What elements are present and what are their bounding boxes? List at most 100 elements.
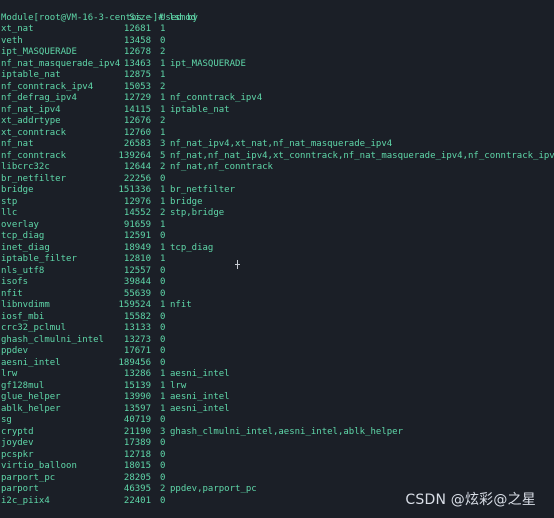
- table-row: lrw 13286 1 aesni_intel: [1, 369, 554, 381]
- table-row: ghash_clmulni_intel 13273 0: [1, 335, 554, 347]
- module-size: 12976: [123, 196, 151, 207]
- module-used-count: 2: [160, 116, 166, 126]
- text-cursor-icon: [235, 260, 241, 269]
- module-used-by: nf_nat,nf_conntrack: [170, 162, 273, 172]
- table-row: iptable_nat 12875 1: [1, 70, 554, 82]
- table-row: llc 14552 2 stp,bridge: [1, 208, 554, 220]
- module-used-count: 5: [160, 150, 166, 161]
- table-row: nls_utf8 12557 0: [1, 266, 554, 278]
- table-row: xt_conntrack 12760 1: [1, 128, 554, 140]
- module-size: 91659: [123, 219, 151, 230]
- table-row: bridge 151336 1 br_netfilter: [1, 185, 554, 197]
- header-used-by: Used by: [160, 12, 198, 23]
- module-size: 13458: [123, 35, 151, 46]
- module-size: 17671: [123, 346, 151, 356]
- table-row: ppdev 17671 0: [1, 346, 554, 358]
- module-size: 12591: [123, 231, 151, 241]
- table-row: overlay 91659 1: [1, 220, 554, 232]
- table-row: nf_conntrack 139264 5 nf_nat,nf_nat_ipv4,xt…: [1, 151, 554, 163]
- table-row: libnvdimm 159524 1 nfit: [1, 300, 554, 312]
- module-used-by: aesni_intel: [170, 403, 230, 414]
- table-row: sg 40719 0: [1, 415, 554, 427]
- module-size: 12557: [123, 265, 151, 276]
- module-used-count: 0: [160, 288, 166, 299]
- module-used-by: ppdev,parport_pc: [170, 484, 257, 494]
- module-size: 22256: [123, 173, 151, 184]
- module-used-by: ipt_MASQUERADE: [170, 58, 246, 69]
- module-list: xt_nat 12681 1 veth 13458 0 ipt_MASQUERADE 1267…: [1, 24, 554, 507]
- module-used-by: nf_conntrack_ipv4: [170, 93, 263, 103]
- table-row: libcrc32c 12644 2 nf_nat,nf_conntrack: [1, 162, 554, 174]
- table-row: xt_addrtype 12676 2: [1, 116, 554, 128]
- module-used-count: 0: [160, 323, 166, 333]
- module-used-by: nf_nat,nf_nat_ipv4,xt_conntrack,nf_nat_m…: [170, 150, 554, 161]
- table-row: isofs 39844 0: [1, 277, 554, 289]
- module-used-by: lrw: [170, 380, 187, 391]
- module-size: 159524: [118, 300, 151, 310]
- module-size: 21190: [123, 426, 151, 437]
- terminal-window[interactable]: [root@VM-16-3-centos ~]# lsmod Module Si…: [0, 0, 554, 518]
- table-row: ipt_MASQUERADE 12678 2: [1, 47, 554, 59]
- module-size: 28205: [123, 472, 151, 483]
- table-row: nf_nat 26583 3 nf_nat_ipv4,xt_nat,nf_nat_ma…: [1, 139, 554, 151]
- table-row: nf_nat_ipv4 14115 1 iptable_nat: [1, 105, 554, 117]
- table-row: nf_nat_masquerade_ipv4 13463 1 ipt_MASQUERA…: [1, 59, 554, 71]
- table-row: joydev 17389 0: [1, 438, 554, 450]
- table-row: crc32_pclmul 13133 0: [1, 323, 554, 335]
- module-size: 12729: [123, 93, 151, 103]
- module-size: 151336: [118, 185, 151, 195]
- module-used-count: 1: [160, 392, 166, 402]
- module-used-count: 2: [160, 162, 166, 172]
- table-row: stp 12976 1 bridge: [1, 197, 554, 209]
- module-size: 13286: [123, 369, 151, 379]
- module-used-count: 0: [160, 346, 166, 356]
- module-size: 14552: [123, 208, 151, 218]
- module-size: 18949: [123, 242, 151, 253]
- module-size: 55639: [123, 288, 151, 299]
- module-used-count: 0: [160, 449, 166, 460]
- table-row: nf_defrag_ipv4 12729 1 nf_conntrack_ipv4: [1, 93, 554, 105]
- table-row: nf_conntrack_ipv4 15053 2: [1, 82, 554, 94]
- module-used-count: 0: [160, 311, 166, 322]
- module-size: 12810: [123, 254, 151, 264]
- module-used-count: 1: [160, 185, 166, 195]
- module-size: 12718: [123, 449, 151, 460]
- table-row: aesni_intel 189456 0: [1, 358, 554, 370]
- module-used-by: br_netfilter: [170, 185, 236, 195]
- module-used-count: 0: [160, 472, 166, 483]
- module-used-by: tcp_diag: [170, 242, 214, 253]
- module-size: 13133: [123, 323, 151, 333]
- module-size: 189456: [118, 357, 151, 368]
- module-used-count: 1: [160, 254, 166, 264]
- module-used-count: 0: [160, 495, 166, 506]
- module-used-count: 0: [160, 415, 166, 425]
- module-used-count: 1: [160, 300, 166, 310]
- module-used-count: 1: [160, 369, 166, 379]
- prompt-line: [root@VM-16-3-centos ~]# lsmod: [1, 1, 554, 23]
- module-used-count: 1: [160, 219, 166, 230]
- module-used-count: 2: [160, 208, 166, 218]
- module-used-by: bridge: [170, 196, 203, 207]
- table-row: pcspkr 12718 0: [1, 450, 554, 462]
- module-size: 46395: [123, 484, 151, 494]
- table-row: tcp_diag 12591 0: [1, 231, 554, 243]
- module-used-count: 1: [160, 93, 166, 103]
- module-size: 26583: [123, 139, 151, 149]
- module-used-by: nfit: [170, 300, 192, 310]
- table-row: glue_helper 13990 1 aesni_intel: [1, 392, 554, 404]
- module-size: 13597: [123, 403, 151, 414]
- module-used-by: aesni_intel: [170, 369, 230, 379]
- module-size: 40719: [123, 415, 151, 425]
- module-used-count: 0: [160, 231, 166, 241]
- module-size: 12644: [123, 162, 151, 172]
- module-used-count: 1: [160, 70, 166, 80]
- table-row: nfit 55639 0: [1, 289, 554, 301]
- terminal-output: [root@VM-16-3-centos ~]# lsmod Module Si…: [1, 1, 554, 507]
- module-used-count: 0: [160, 265, 166, 276]
- module-used-count: 1: [160, 403, 166, 414]
- module-size: 18015: [123, 461, 151, 471]
- module-size: 139264: [118, 150, 151, 161]
- module-used-count: 3: [160, 426, 166, 437]
- module-size: 17389: [123, 438, 151, 448]
- module-used-count: 1: [160, 196, 166, 207]
